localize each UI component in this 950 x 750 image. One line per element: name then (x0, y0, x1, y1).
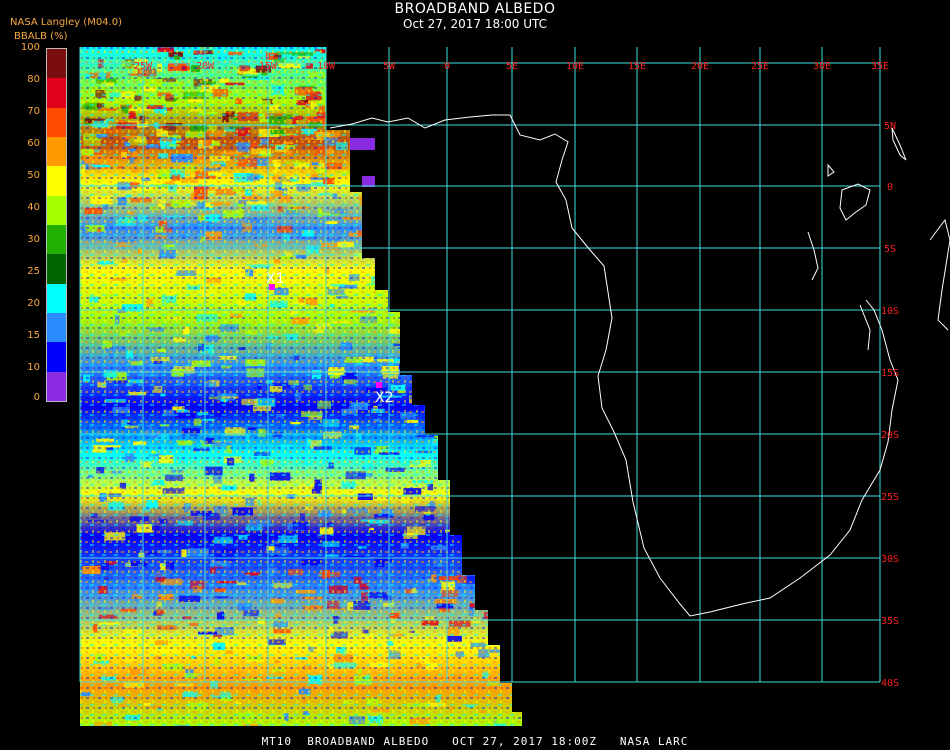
marker-dot (376, 382, 382, 388)
latitude-label: 35S (881, 616, 899, 627)
latitude-label: 5N (884, 121, 896, 132)
albedo-map: 25W 20W 15W 10W 5W 0 5E 10E 15E 20E 25E 30E 35E 5N05… (79, 47, 950, 726)
lake-tanganyika (807, 231, 819, 281)
lake-victoria (839, 183, 871, 221)
latitude-label: 40S (881, 678, 899, 689)
longitude-label: 20E (691, 61, 709, 72)
longitude-label: 25W (134, 61, 153, 72)
longitude-label: 0 (444, 61, 450, 72)
latitude-label: 5S (884, 244, 896, 255)
east-coast (929, 218, 950, 331)
longitude-label: 30E (813, 61, 831, 72)
footer-caption: MT10 BROADBAND ALBEDO OCT 27, 2017 18:00… (261, 735, 689, 748)
satellite-swath (80, 47, 522, 726)
longitude-label: 10W (317, 61, 336, 72)
longitude-label: 15E (628, 61, 646, 72)
longitude-label: 35E (871, 61, 889, 72)
longitude-label: 10E (566, 61, 584, 72)
longitude-label: 20W (196, 61, 215, 72)
longitude-label: 5W (383, 61, 396, 72)
marker-label: X1 (266, 271, 285, 287)
latitude-label: 20S (881, 430, 899, 441)
marker-label: X2 (375, 390, 394, 406)
latitude-label: 25S (881, 492, 899, 503)
latitude-labels: 5N 0 5S 10S 15S 20S 25S 30S 35S 40S (881, 121, 899, 689)
lake-coast (891, 127, 907, 161)
longitude-label: 15W (259, 61, 278, 72)
lake-kivu (827, 163, 835, 177)
latitude-label: 30S (881, 554, 899, 565)
longitude-label: 25E (751, 61, 769, 72)
lake-malawi (859, 304, 871, 351)
latitude-label: 10S (881, 306, 899, 317)
latitude-label: 0 (887, 182, 893, 193)
latitude-label: 15S (881, 368, 899, 379)
longitude-label: 5E (506, 61, 518, 72)
